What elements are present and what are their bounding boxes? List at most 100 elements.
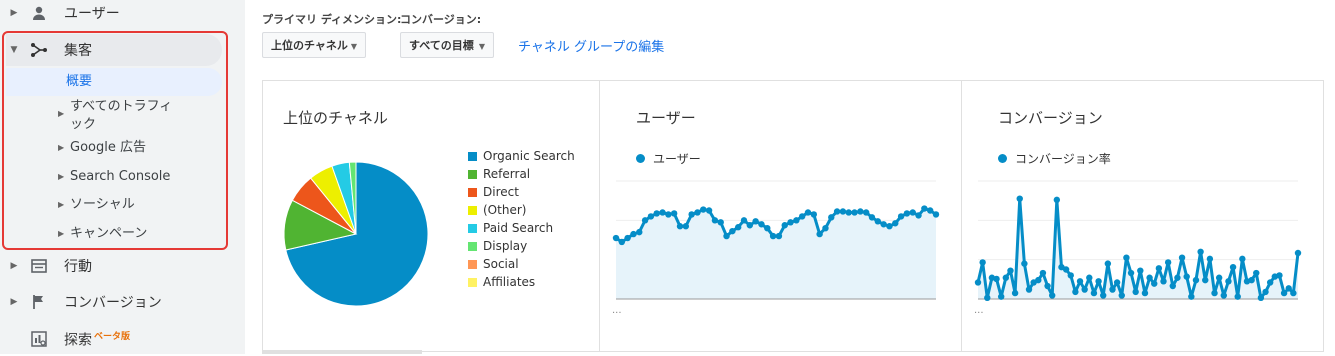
data-point[interactable] <box>700 206 707 213</box>
data-point[interactable] <box>793 217 800 224</box>
data-point[interactable] <box>670 210 678 217</box>
data-point[interactable] <box>781 222 788 229</box>
data-point[interactable] <box>1229 263 1237 271</box>
data-point[interactable] <box>862 209 870 216</box>
data-point[interactable] <box>1002 274 1010 281</box>
data-point[interactable] <box>1290 289 1297 297</box>
data-point[interactable] <box>1285 285 1292 292</box>
data-point[interactable] <box>1155 265 1163 272</box>
data-point[interactable] <box>1086 274 1093 281</box>
data-point[interactable] <box>1081 286 1088 293</box>
data-point[interactable] <box>828 214 835 221</box>
data-point[interactable] <box>909 209 916 216</box>
data-point[interactable] <box>1039 269 1047 277</box>
data-point[interactable] <box>1280 289 1288 297</box>
data-point[interactable] <box>833 208 841 215</box>
data-point[interactable] <box>1206 255 1214 263</box>
data-point[interactable] <box>997 293 1005 300</box>
data-point[interactable] <box>711 217 719 224</box>
data-point[interactable] <box>1220 292 1227 299</box>
data-point[interactable] <box>769 232 777 240</box>
data-point[interactable] <box>734 224 742 231</box>
data-point[interactable] <box>775 232 783 240</box>
data-point[interactable] <box>1146 274 1153 281</box>
data-point[interactable] <box>682 223 690 230</box>
data-point[interactable] <box>845 209 852 216</box>
data-point[interactable] <box>1253 269 1260 277</box>
data-point[interactable] <box>915 212 922 219</box>
data-point[interactable] <box>974 279 982 286</box>
data-point[interactable] <box>1276 272 1283 279</box>
data-point[interactable] <box>1021 260 1028 267</box>
data-point[interactable] <box>1053 196 1061 204</box>
data-point[interactable] <box>868 214 876 221</box>
data-point[interactable] <box>694 209 701 216</box>
data-point[interactable] <box>804 209 812 216</box>
users-line-chart[interactable] <box>610 177 950 307</box>
sidebar-item-conversions[interactable]: ▶ コンバージョン <box>0 285 245 319</box>
data-point[interactable] <box>1197 248 1204 255</box>
data-point[interactable] <box>688 211 695 218</box>
data-point[interactable] <box>1225 278 1232 285</box>
data-point[interactable] <box>1239 255 1246 263</box>
data-point[interactable] <box>1160 278 1167 285</box>
data-point[interactable] <box>729 227 736 235</box>
sidebar-item-users[interactable]: ▶ ユーザー <box>0 0 245 30</box>
data-point[interactable] <box>839 208 847 215</box>
data-point[interactable] <box>1234 293 1241 300</box>
data-point[interactable] <box>1294 249 1302 257</box>
data-point[interactable] <box>1137 267 1144 274</box>
data-point[interactable] <box>1174 274 1181 281</box>
data-point[interactable] <box>1118 292 1125 299</box>
data-point[interactable] <box>1141 289 1149 297</box>
data-point[interactable] <box>764 225 771 232</box>
data-point[interactable] <box>1215 274 1223 281</box>
data-point[interactable] <box>810 211 818 218</box>
data-point[interactable] <box>1062 266 1070 273</box>
data-point[interactable] <box>857 208 864 215</box>
data-point[interactable] <box>993 275 1000 283</box>
data-point[interactable] <box>851 209 858 216</box>
data-point[interactable] <box>636 228 643 236</box>
sidebar-item-behavior[interactable]: ▶ 行動 <box>0 249 245 283</box>
data-point[interactable] <box>752 218 759 225</box>
data-point[interactable] <box>903 210 911 217</box>
data-point[interactable] <box>653 210 660 217</box>
data-point[interactable] <box>1113 279 1121 286</box>
data-point[interactable] <box>1016 195 1023 202</box>
data-point[interactable] <box>1164 259 1172 266</box>
data-point[interactable] <box>1211 289 1218 297</box>
data-point[interactable] <box>984 294 991 302</box>
data-point[interactable] <box>892 220 899 227</box>
data-point[interactable] <box>1044 282 1051 290</box>
data-point[interactable] <box>880 221 887 228</box>
data-point[interactable] <box>740 217 748 224</box>
data-point[interactable] <box>787 219 794 226</box>
data-point[interactable] <box>1257 294 1265 302</box>
data-point[interactable] <box>612 234 620 242</box>
data-point[interactable] <box>1049 292 1056 299</box>
data-point[interactable] <box>1178 254 1186 261</box>
data-point[interactable] <box>886 223 893 230</box>
primary-dimension-dropdown[interactable]: 上位のチャネル ▼ <box>262 32 366 58</box>
data-point[interactable] <box>979 259 986 266</box>
data-point[interactable] <box>1127 269 1135 277</box>
data-point[interactable] <box>758 221 765 228</box>
data-point[interactable] <box>1266 279 1274 286</box>
data-point[interactable] <box>659 209 666 216</box>
data-point[interactable] <box>1067 272 1074 279</box>
data-point[interactable] <box>897 213 905 220</box>
data-point[interactable] <box>1151 280 1158 287</box>
data-point[interactable] <box>1095 278 1102 285</box>
data-point[interactable] <box>1025 286 1033 293</box>
data-point[interactable] <box>746 222 754 229</box>
data-point[interactable] <box>723 232 730 240</box>
data-point[interactable] <box>1090 289 1098 297</box>
conversion-dropdown[interactable]: すべての目標 ▼ <box>400 32 494 58</box>
data-point[interactable] <box>717 219 724 226</box>
edit-channel-group-link[interactable]: チャネル グループの編集 <box>518 36 664 55</box>
data-point[interactable] <box>1072 288 1079 296</box>
data-point[interactable] <box>1007 267 1014 274</box>
pie-chart[interactable] <box>281 159 431 309</box>
data-point[interactable] <box>1100 292 1107 299</box>
